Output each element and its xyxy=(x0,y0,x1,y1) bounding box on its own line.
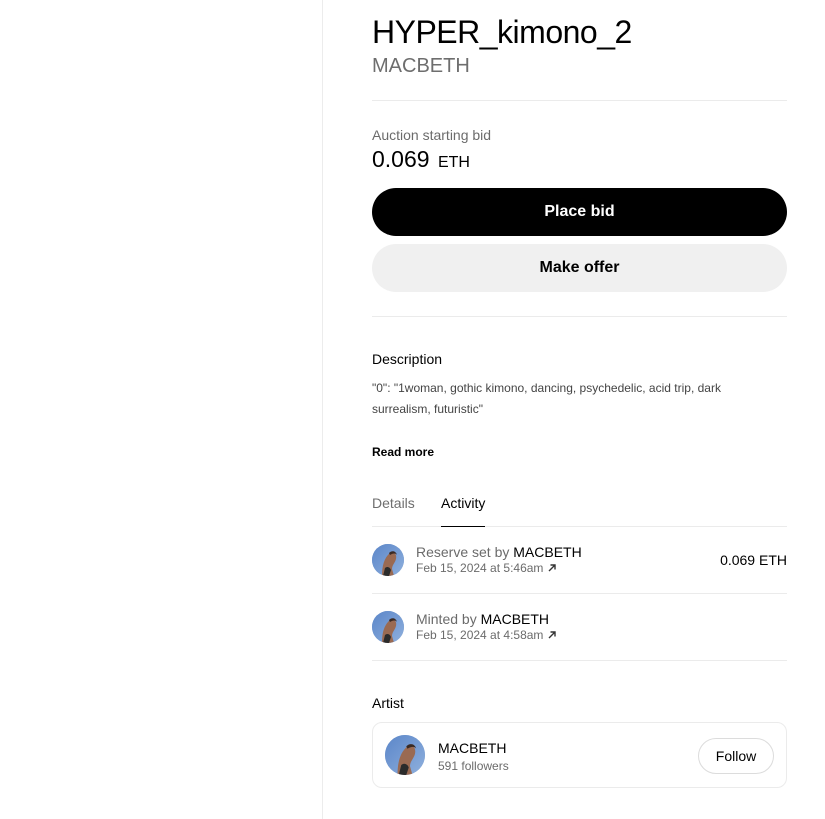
avatar[interactable] xyxy=(372,544,404,576)
details-tabs: Details Activity xyxy=(372,495,787,527)
activity-description: Minted by MACBETH xyxy=(416,611,549,627)
activity-user-link[interactable]: MACBETH xyxy=(481,611,549,627)
activity-description: Reserve set by MACBETH xyxy=(416,544,582,560)
divider xyxy=(372,100,787,101)
place-bid-button[interactable]: Place bid xyxy=(372,188,787,236)
activity-row: Reserve set by MACBETH Feb 15, 2024 at 5… xyxy=(372,527,787,594)
activity-date-link[interactable]: Feb 15, 2024 at 5:46am xyxy=(416,561,557,575)
activity-row: Minted by MACBETH Feb 15, 2024 at 4:58am xyxy=(372,594,787,661)
artwork-creator-link[interactable]: MACBETH xyxy=(372,55,470,78)
avatar[interactable] xyxy=(372,611,404,643)
description-text: "0": "1woman, gothic kimono, dancing, ps… xyxy=(372,381,721,416)
tab-activity[interactable]: Activity xyxy=(441,495,486,527)
follow-button[interactable]: Follow xyxy=(698,738,774,774)
activity-user-link[interactable]: MACBETH xyxy=(513,544,581,560)
auction-amount-value: 0.069 xyxy=(372,146,430,172)
read-more-link[interactable]: Read more xyxy=(372,445,434,459)
make-offer-button[interactable]: Make offer xyxy=(372,244,787,292)
artwork-title: HYPER_kimono_2 xyxy=(372,14,632,50)
artist-name[interactable]: MACBETH xyxy=(438,740,506,756)
activity-date-link[interactable]: Feb 15, 2024 at 4:58am xyxy=(416,628,557,642)
artist-followers: 591 followers xyxy=(438,759,509,773)
activity-date: Feb 15, 2024 at 5:46am xyxy=(416,561,544,575)
activity-price: 0.069 ETH xyxy=(720,552,787,568)
arrow-up-right-icon xyxy=(548,631,557,639)
arrow-up-right-icon xyxy=(548,564,557,572)
artist-avatar[interactable] xyxy=(385,735,425,775)
tab-details[interactable]: Details xyxy=(372,495,415,527)
auction-amount: 0.069 ETH xyxy=(372,146,470,173)
artist-heading: Artist xyxy=(372,695,404,711)
artist-card[interactable]: MACBETH 591 followers Follow xyxy=(372,722,787,788)
artwork-preview-pane xyxy=(0,0,323,819)
activity-date: Feb 15, 2024 at 4:58am xyxy=(416,628,544,642)
description-heading: Description xyxy=(372,351,443,367)
activity-action: Reserve set by xyxy=(416,544,510,560)
activity-action: Minted by xyxy=(416,611,477,627)
divider xyxy=(372,316,787,317)
auction-currency: ETH xyxy=(437,154,470,171)
auction-label: Auction starting bid xyxy=(372,127,492,143)
